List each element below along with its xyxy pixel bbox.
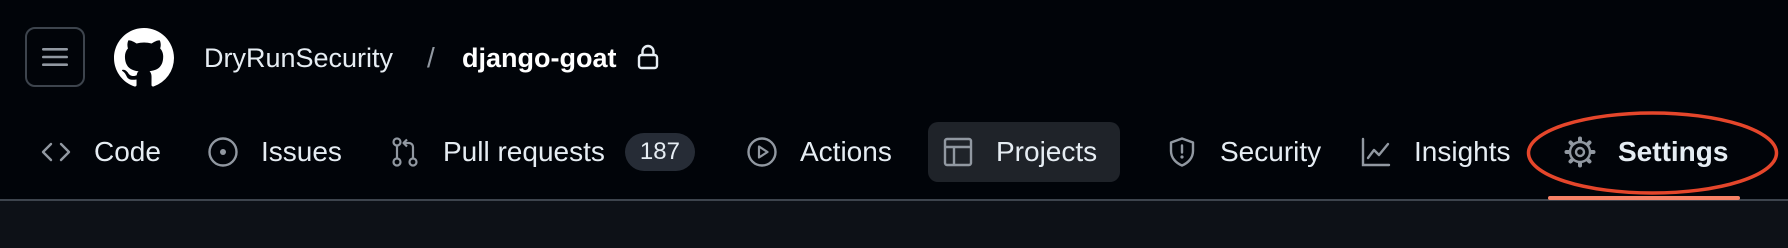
gear-icon <box>1564 136 1596 168</box>
tab-settings-label: Settings <box>1618 136 1729 167</box>
play-icon <box>746 136 778 168</box>
table-icon <box>942 136 974 168</box>
hamburger-icon <box>42 48 68 66</box>
github-logo-icon[interactable] <box>114 28 174 88</box>
tab-code-label: Code <box>94 136 161 167</box>
page-content-area <box>0 201 1788 248</box>
breadcrumb-owner-link[interactable]: DryRunSecurity <box>204 40 393 76</box>
tab-pull-requests[interactable]: Pull requests 187 <box>375 122 711 182</box>
tab-issues[interactable]: Issues <box>193 122 358 182</box>
breadcrumb-separator: / <box>427 42 435 73</box>
repo-nav-tabs: Code Issues Pull requests 187 Actions Pr… <box>0 118 1788 200</box>
tab-insights[interactable]: Insights <box>1346 122 1527 182</box>
tab-insights-label: Insights <box>1414 136 1511 167</box>
menu-button[interactable] <box>25 27 85 87</box>
tab-projects-label: Projects <box>996 136 1098 167</box>
tab-issues-label: Issues <box>261 136 342 167</box>
tab-actions-label: Actions <box>800 136 892 167</box>
selected-tab-underline <box>1548 196 1740 200</box>
tab-code[interactable]: Code <box>26 122 177 182</box>
tab-security[interactable]: Security <box>1152 122 1337 182</box>
git-pull-request-icon <box>389 136 421 168</box>
pull-requests-count-badge: 187 <box>624 133 695 171</box>
code-icon <box>40 136 72 168</box>
issue-opened-icon <box>207 136 239 168</box>
tab-security-label: Security <box>1220 136 1322 167</box>
tab-pull-requests-label: Pull requests <box>443 136 605 167</box>
tab-actions[interactable]: Actions <box>732 122 908 182</box>
graph-icon <box>1360 136 1392 168</box>
repo-header: DryRunSecurity / django-goat <box>0 0 1788 118</box>
tab-projects[interactable]: Projects <box>928 122 1120 182</box>
breadcrumb-repo-link[interactable]: django-goat <box>462 40 616 76</box>
shield-icon <box>1166 136 1198 168</box>
tab-settings[interactable]: Settings <box>1550 122 1744 182</box>
lock-icon <box>637 44 659 70</box>
